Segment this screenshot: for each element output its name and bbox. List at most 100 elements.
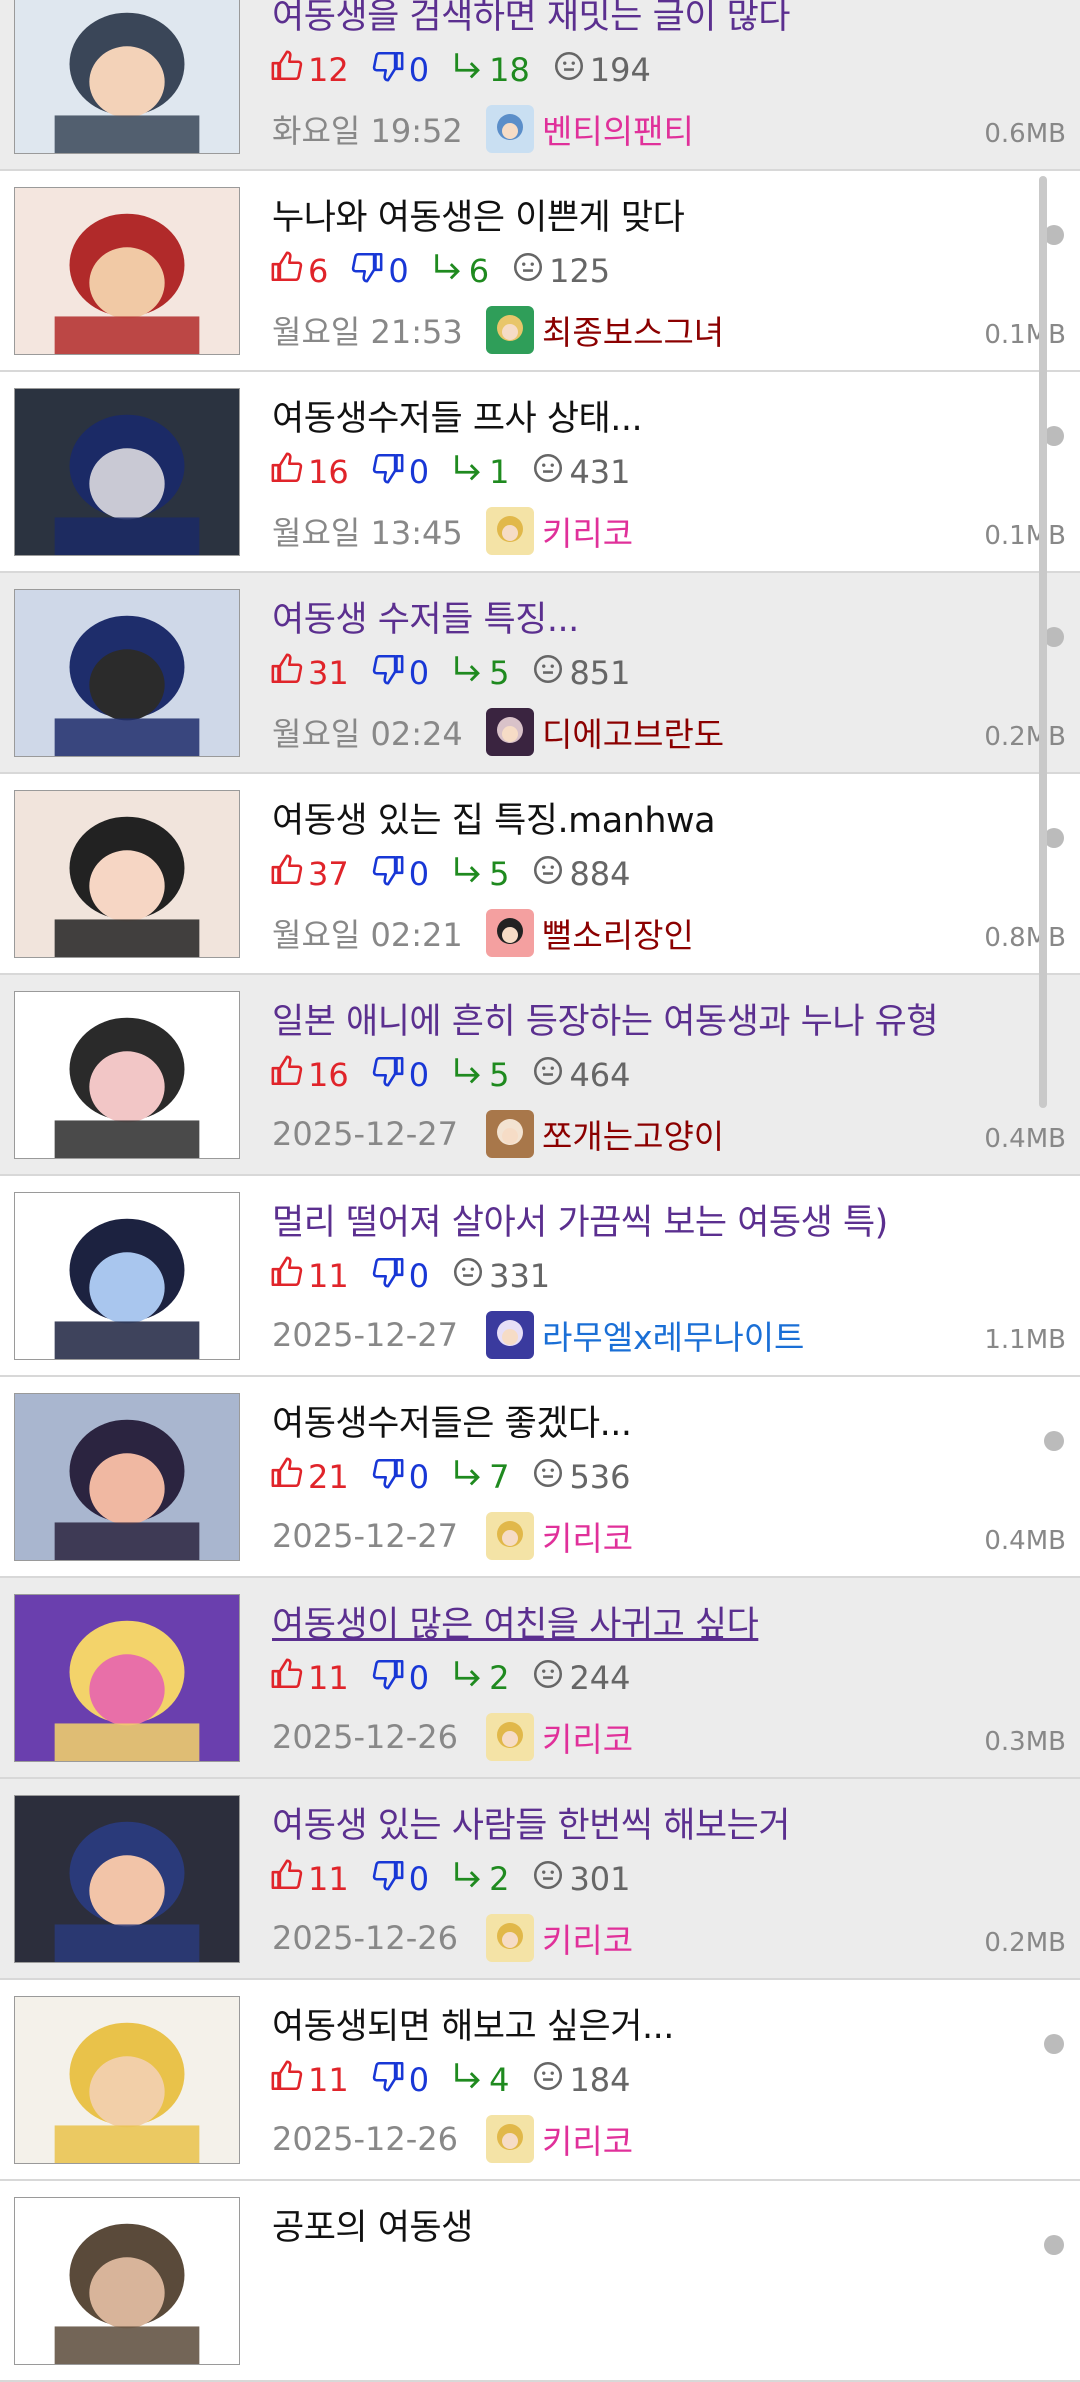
post-thumbnail[interactable]: [14, 187, 240, 355]
author-name[interactable]: 키리코: [542, 2115, 633, 2163]
views-count: 851: [569, 654, 631, 692]
author-name[interactable]: 디에고브란도: [542, 708, 724, 756]
upvote-stat: 11: [270, 1657, 349, 1699]
reply-count: 5: [489, 1056, 510, 1094]
author-avatar[interactable]: [486, 708, 534, 756]
post-meta: 2025-12-27 쪼개는고양이: [272, 1110, 724, 1158]
author-avatar[interactable]: [486, 507, 534, 555]
post-thumbnail[interactable]: [14, 388, 240, 556]
post-thumbnail[interactable]: [14, 790, 240, 958]
author-avatar[interactable]: [486, 909, 534, 957]
post-title[interactable]: 일본 애니에 흔히 등장하는 여동생과 누나 유형: [272, 993, 939, 1044]
downvote-count: 0: [408, 654, 430, 692]
reply-count: 7: [489, 1458, 510, 1496]
author-avatar[interactable]: [486, 1713, 534, 1761]
post-title[interactable]: 여동생수저들은 좋겠다...: [272, 1395, 632, 1446]
downvote-stat: 0: [371, 1456, 429, 1498]
post-thumbnail[interactable]: [14, 589, 240, 757]
author-name[interactable]: 뻘소리장인: [542, 909, 694, 957]
downvote-stat: 0: [350, 250, 409, 292]
post-thumbnail[interactable]: [14, 1393, 240, 1561]
post-stats: 16 0 5 464: [270, 1055, 653, 1095]
post-title[interactable]: 여동생 수저들 특징...: [272, 591, 579, 642]
post-row[interactable]: 여동생 있는 사람들 한번씩 해보는거 11 0 2 301 2025-12-2…: [0, 1779, 1080, 1980]
author-name[interactable]: 키리코: [542, 1713, 633, 1761]
author-name[interactable]: 키리코: [542, 507, 633, 555]
post-row[interactable]: 여동생수저들 프사 상태... 16 0 1 431 월요일 13:45 키리코…: [0, 372, 1080, 573]
post-row[interactable]: 일본 애니에 흔히 등장하는 여동생과 누나 유형 16 0 5 464 202…: [0, 975, 1080, 1176]
author-avatar[interactable]: [486, 1311, 534, 1359]
author-avatar[interactable]: [486, 2115, 534, 2163]
post-date: 화요일 19:52: [272, 112, 463, 150]
thumbs-up-icon: [270, 1858, 308, 1900]
post-stats: 31 0 5 851: [270, 653, 653, 693]
post-title[interactable]: 멀리 떨어져 살아서 가끔씩 보는 여동생 특): [272, 1194, 888, 1245]
thumbs-down-icon: [371, 451, 409, 493]
thumbs-down-icon: [371, 853, 409, 895]
downvote-count: 0: [408, 1257, 430, 1295]
post-date: 2025-12-26: [272, 1718, 458, 1756]
author-name[interactable]: 쪼개는고양이: [542, 1110, 724, 1158]
downvote-stat: 0: [371, 1054, 429, 1096]
post-row[interactable]: 여동생되면 해보고 싶은거... 11 0 4 184 2025-12-26 키…: [0, 1980, 1080, 2181]
post-thumbnail[interactable]: [14, 991, 240, 1159]
image-size: 0.2MB: [984, 1928, 1066, 1958]
author-name[interactable]: 최종보스그녀: [542, 306, 724, 354]
downvote-stat: 0: [371, 49, 429, 91]
author-avatar[interactable]: [486, 306, 534, 354]
post-meta: 2025-12-26 키리코: [272, 1713, 633, 1761]
upvote-stat: 21: [270, 1456, 349, 1498]
author-avatar[interactable]: [486, 1110, 534, 1158]
post-title[interactable]: 여동생 있는 집 특징.manhwa: [272, 792, 716, 843]
author-avatar[interactable]: [486, 105, 534, 153]
upvote-stat: 6: [270, 250, 328, 292]
scrollbar[interactable]: [1039, 176, 1047, 1108]
post-title[interactable]: 공포의 여동생: [272, 2199, 473, 2250]
author-avatar[interactable]: [486, 1512, 534, 1560]
author-name[interactable]: 벤티의팬티: [542, 105, 694, 153]
post-date: 2025-12-27: [272, 1517, 458, 1555]
post-title[interactable]: 여동생수저들 프사 상태...: [272, 390, 643, 441]
views-count: 884: [569, 855, 631, 893]
post-thumbnail[interactable]: [14, 0, 240, 154]
post-row[interactable]: 멀리 떨어져 살아서 가끔씩 보는 여동생 특) 11 0 331 2025-1…: [0, 1176, 1080, 1377]
views-count: 184: [569, 2061, 631, 2099]
post-thumbnail[interactable]: [14, 1996, 240, 2164]
post-meta: 월요일 02:24 디에고브란도: [272, 708, 724, 756]
post-meta: 월요일 02:21 뻘소리장인: [272, 909, 694, 957]
post-row[interactable]: 여동생을 검색하면 재밋는 글이 많다 12 0 18 194 화요일 19:5…: [0, 0, 1080, 171]
post-row[interactable]: 공포의 여동생: [0, 2181, 1080, 2382]
author-name[interactable]: 라무엘x레무나이트: [542, 1311, 804, 1359]
upvote-count: 6: [308, 252, 329, 290]
downvote-count: 0: [408, 1860, 430, 1898]
post-row[interactable]: 여동생이 많은 여친을 사귀고 싶다 11 0 2 244 2025-12-26…: [0, 1578, 1080, 1779]
post-title[interactable]: 여동생되면 해보고 싶은거...: [272, 1998, 674, 2049]
post-title[interactable]: 누나와 여동생은 이쁜게 맞다: [272, 189, 685, 240]
author-avatar[interactable]: [486, 1914, 534, 1962]
post-thumbnail[interactable]: [14, 1795, 240, 1963]
downvote-stat: 0: [371, 1858, 429, 1900]
post-title[interactable]: 여동생을 검색하면 재밋는 글이 많다: [272, 0, 791, 39]
post-thumbnail[interactable]: [14, 1594, 240, 1762]
post-row[interactable]: 여동생 수저들 특징... 31 0 5 851 월요일 02:24 디에고브란…: [0, 573, 1080, 774]
post-row[interactable]: 누나와 여동생은 이쁜게 맞다 6 0 6 125 월요일 21:53 최종보스…: [0, 171, 1080, 372]
views-stat: 431: [531, 451, 631, 493]
reply-stat: 5: [451, 652, 509, 694]
post-meta: 월요일 13:45 키리코: [272, 507, 633, 555]
reply-count: 5: [489, 654, 510, 692]
views-count: 536: [569, 1458, 631, 1496]
image-size: 1.1MB: [984, 1325, 1066, 1355]
author-name[interactable]: 키리코: [542, 1512, 633, 1560]
downvote-count: 0: [388, 252, 409, 290]
post-title[interactable]: 여동생이 많은 여친을 사귀고 싶다: [272, 1596, 759, 1647]
post-thumbnail[interactable]: [14, 2197, 240, 2365]
post-thumbnail[interactable]: [14, 1192, 240, 1360]
views-stat: 884: [531, 853, 631, 895]
post-title[interactable]: 여동생 있는 사람들 한번씩 해보는거: [272, 1797, 791, 1848]
reply-arrow-icon: [451, 853, 489, 895]
post-row[interactable]: 여동생 있는 집 특징.manhwa 37 0 5 884 월요일 02:21 …: [0, 774, 1080, 975]
author-name[interactable]: 키리코: [542, 1914, 633, 1962]
post-row[interactable]: 여동생수저들은 좋겠다... 21 0 7 536 2025-12-27 키리코…: [0, 1377, 1080, 1578]
upvote-count: 21: [308, 1458, 349, 1496]
upvote-count: 11: [308, 1659, 349, 1697]
